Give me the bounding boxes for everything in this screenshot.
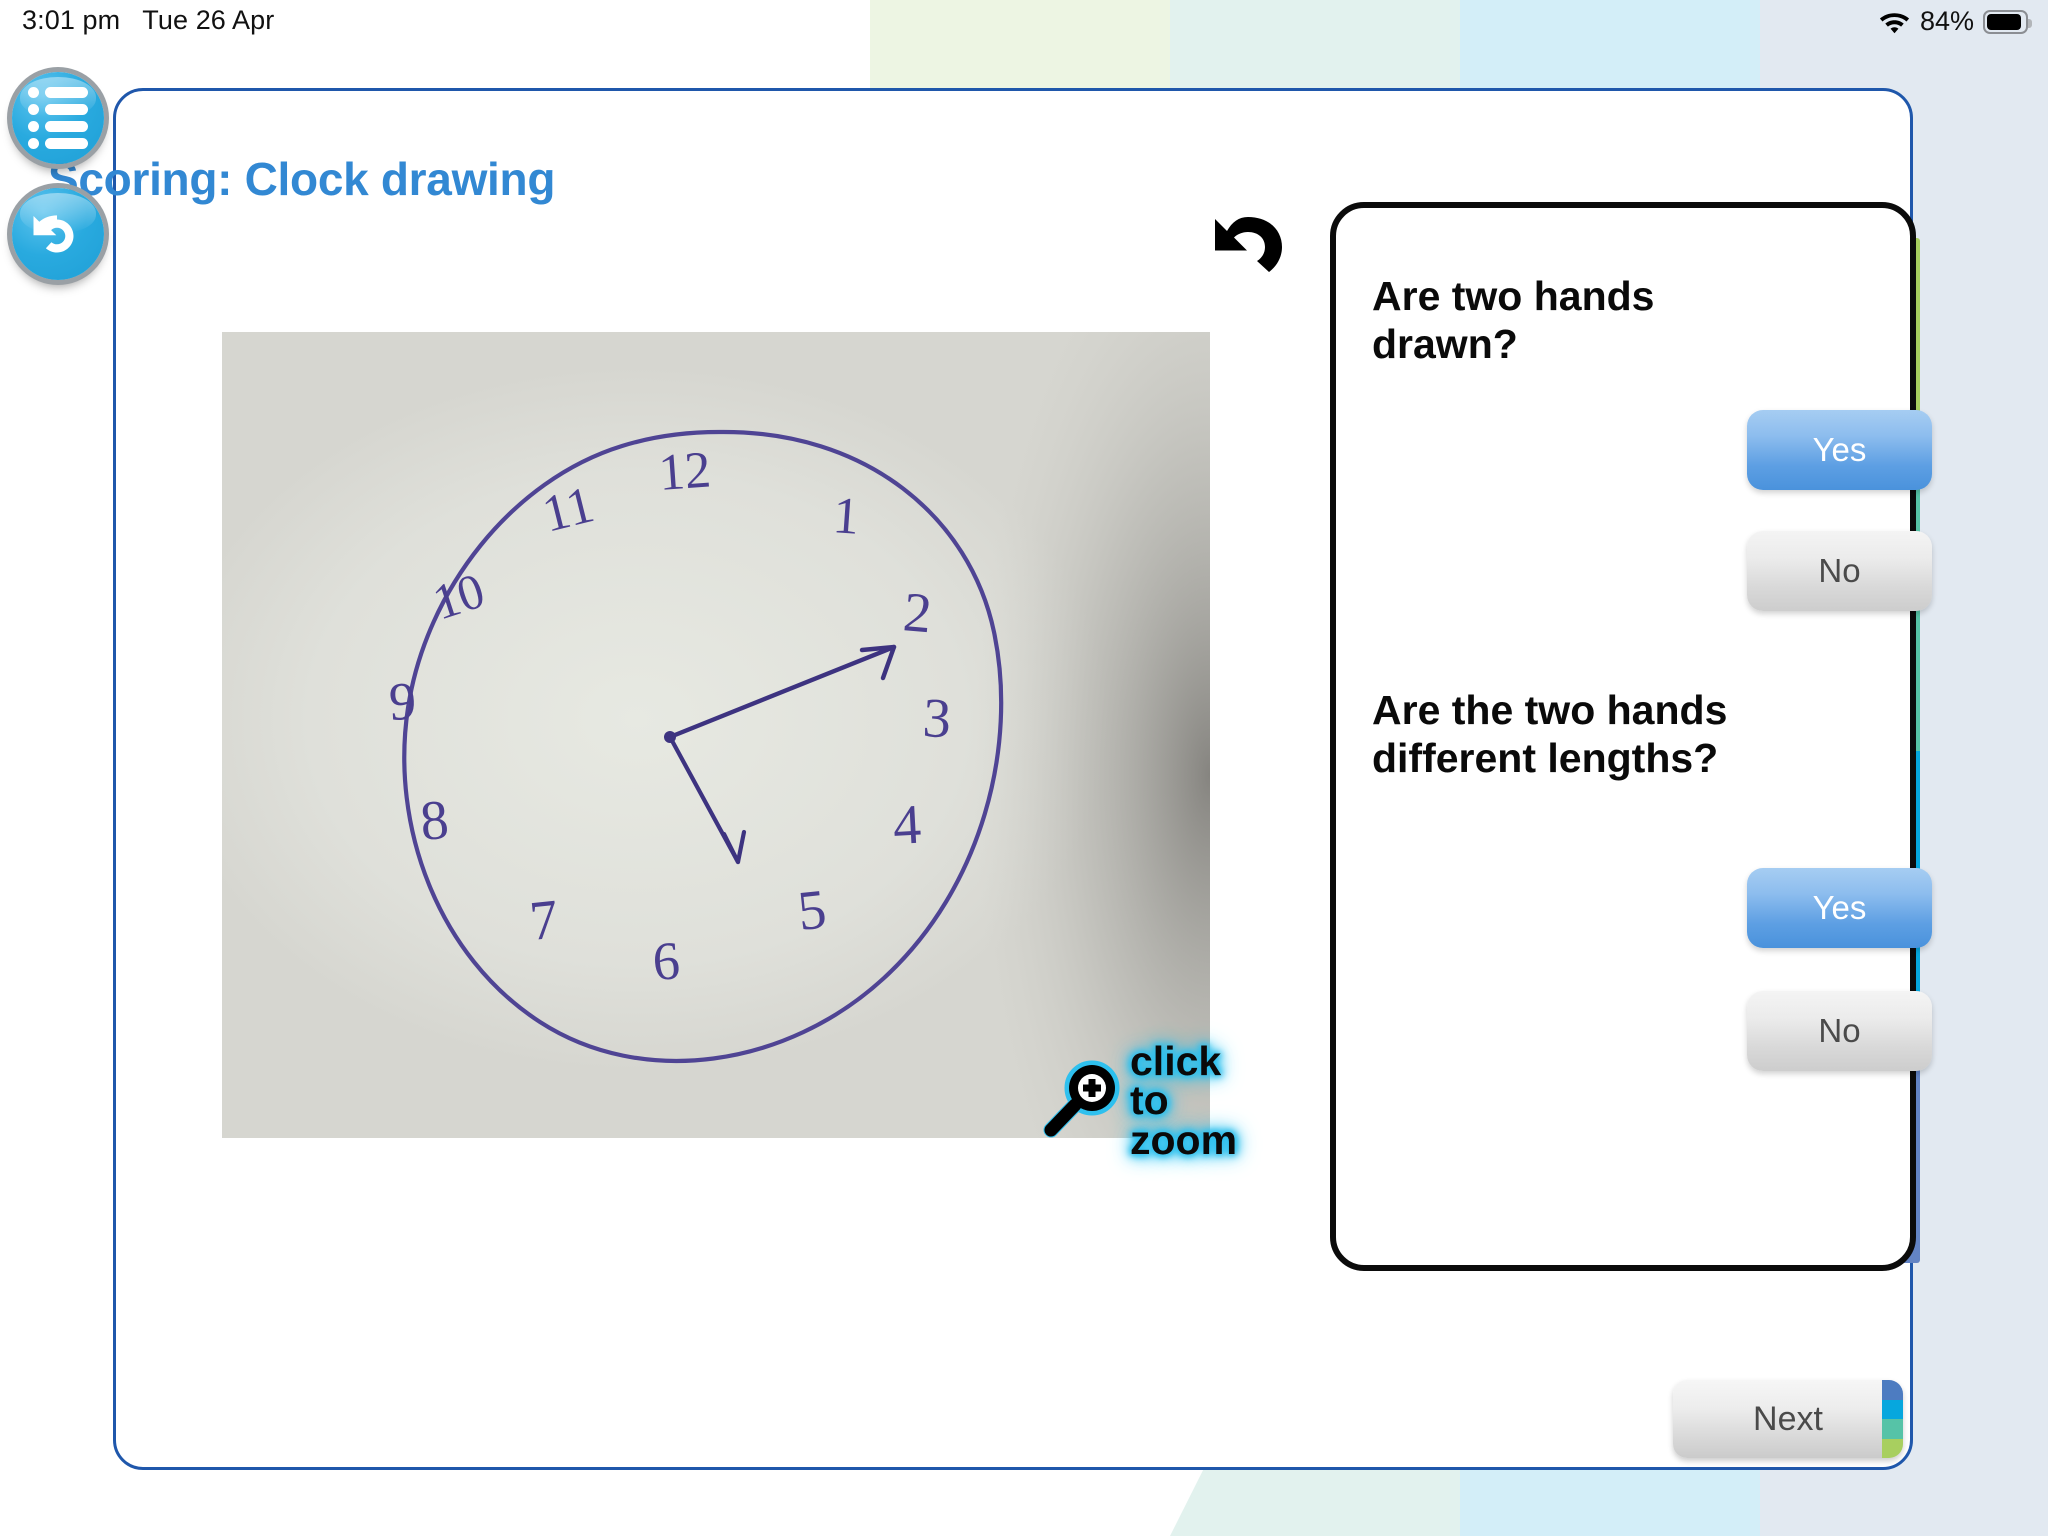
clock-number-7: 7 bbox=[527, 888, 561, 953]
clock-number-1: 1 bbox=[831, 487, 861, 546]
question-2-text: Are the two hands different lengths? bbox=[1372, 687, 1728, 782]
zoom-badge-text: click to zoom bbox=[1130, 1038, 1270, 1163]
page-title: Scoring: Clock drawing bbox=[48, 153, 556, 205]
next-button-colour-strip bbox=[1882, 1380, 1903, 1458]
magnifier-plus-icon bbox=[1043, 1060, 1120, 1138]
clock-number-8: 8 bbox=[418, 789, 451, 853]
question-block-1: Are two hands drawn? bbox=[1372, 272, 1792, 369]
question-panel: Are two hands drawn? Are the two hands d… bbox=[1330, 202, 1916, 1271]
question-1-no-button[interactable]: No bbox=[1747, 531, 1932, 611]
clock-number-3: 3 bbox=[921, 687, 952, 750]
rotate-left-icon[interactable] bbox=[1200, 205, 1295, 290]
clock-number-9: 9 bbox=[387, 671, 417, 732]
clock-number-6: 6 bbox=[651, 930, 682, 992]
undo-arrow-icon bbox=[33, 215, 74, 253]
clock-drawing-svg: 12 1 2 3 4 5 6 7 8 9 10 11 bbox=[387, 332, 1210, 1138]
question-2-yes-button[interactable]: Yes bbox=[1747, 868, 1932, 948]
clock-number-2: 2 bbox=[901, 581, 934, 645]
menu-button[interactable] bbox=[12, 72, 104, 164]
clock-drawing-photo[interactable]: 12 1 2 3 4 5 6 7 8 9 10 11 bbox=[222, 332, 1210, 1138]
list-menu-icon bbox=[28, 87, 88, 149]
question-1-text: Are two hands drawn? bbox=[1372, 273, 1655, 368]
next-strip-segment-2 bbox=[1882, 1399, 1903, 1419]
zoom-badge-line1: click to bbox=[1130, 1038, 1222, 1124]
next-button[interactable]: Next bbox=[1673, 1380, 1903, 1458]
clock-number-11: 11 bbox=[537, 476, 599, 543]
next-button-label: Next bbox=[1753, 1399, 1823, 1438]
clock-long-hand bbox=[667, 644, 897, 740]
clock-short-hand bbox=[667, 734, 747, 865]
question-1-yes-button[interactable]: Yes bbox=[1747, 410, 1932, 490]
clock-number-5: 5 bbox=[795, 878, 829, 943]
question-block-2: Are the two hands different lengths? bbox=[1372, 686, 1792, 783]
next-strip-segment-3 bbox=[1882, 1419, 1903, 1439]
clock-number-12: 12 bbox=[657, 441, 713, 501]
question-2-no-button[interactable]: No bbox=[1747, 991, 1932, 1071]
clock-number-4: 4 bbox=[891, 794, 922, 857]
click-to-zoom-badge[interactable]: click to zoom bbox=[1040, 1038, 1270, 1163]
undo-button[interactable] bbox=[12, 188, 104, 280]
zoom-badge-line2: zoom bbox=[1130, 1116, 1238, 1163]
